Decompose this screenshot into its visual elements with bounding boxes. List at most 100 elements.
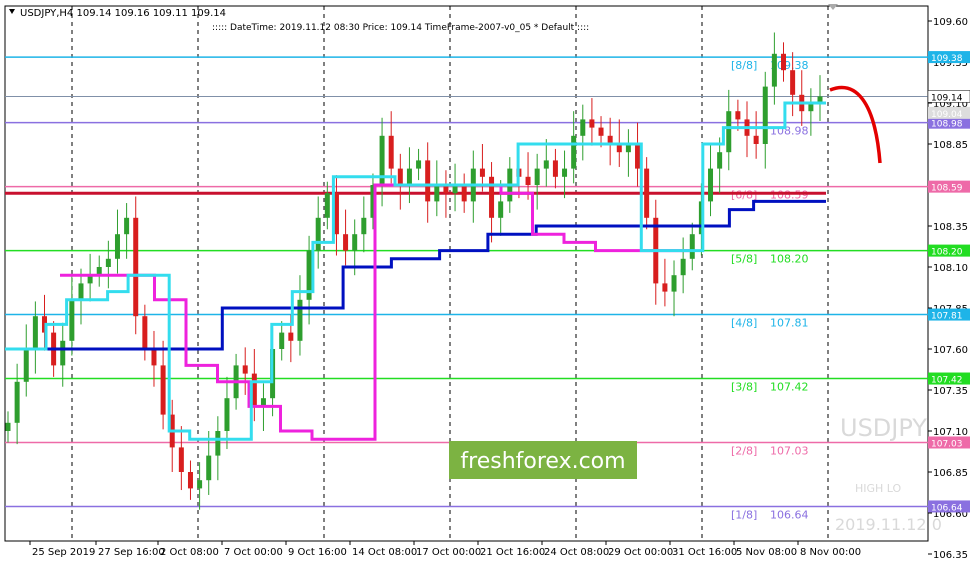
- candle-body: [425, 160, 431, 202]
- x-tick-label: 14 Oct 08:00: [352, 547, 417, 558]
- brand-badge[interactable]: freshforex.com: [449, 441, 637, 479]
- extra-level-label: 109.04: [931, 110, 963, 120]
- candle-body: [644, 168, 650, 218]
- candle-body: [671, 275, 677, 292]
- level-price-label: 109.38: [931, 54, 963, 64]
- candle-body: [753, 135, 759, 144]
- candle-body: [406, 168, 412, 185]
- candle-body: [525, 176, 531, 185]
- candle-body: [206, 455, 212, 481]
- candle-body: [543, 160, 549, 169]
- candle-body: [361, 217, 367, 235]
- level-price-label: 107.81: [931, 312, 963, 322]
- indicator-info: ::::: DateTime: 2019.11.12 08:30 Price: …: [212, 23, 589, 33]
- candle-body: [762, 86, 768, 144]
- candle-body: [498, 201, 504, 218]
- candle-body: [343, 234, 349, 251]
- symbol-info: USDJPY,H4 109.14 109.16 109.11 109.14: [20, 8, 226, 19]
- candle-body: [708, 168, 714, 202]
- candle-body: [297, 299, 303, 341]
- candle-body: [23, 349, 29, 382]
- candle-body: [589, 119, 595, 128]
- candle-body: [160, 365, 166, 415]
- y-tick-label: 108.85: [933, 140, 968, 151]
- level-value: 108.20: [770, 253, 809, 266]
- candle-body: [324, 193, 330, 218]
- level-value: 107.42: [770, 381, 809, 394]
- brand-text: freshforex.com: [460, 449, 625, 474]
- candle-body: [479, 168, 485, 177]
- candle-body: [717, 152, 723, 169]
- candle-body: [105, 258, 111, 267]
- candle-body: [242, 365, 248, 374]
- candle-body: [388, 135, 394, 169]
- x-tick-label: 24 Oct 08:00: [544, 547, 609, 558]
- level-price-label: 108.98: [931, 120, 963, 130]
- y-tick-label: 106.85: [933, 468, 968, 479]
- y-tick-label: 107.10: [933, 427, 968, 438]
- candle-body: [580, 119, 586, 136]
- level-tag: [2/8]: [731, 444, 757, 457]
- candle-body: [124, 217, 130, 235]
- price-chart[interactable]: 25 Sep 2019 27 Sep 16:002 Oct 08:00 7 Oct …: [0, 0, 970, 565]
- candle-body: [315, 217, 321, 251]
- x-tick-label: 9 Oct 16:00: [288, 547, 347, 558]
- candle-body: [69, 299, 75, 341]
- candle-body: [571, 135, 577, 169]
- y-tick-label: 108.10: [933, 263, 968, 274]
- candle-body: [562, 168, 568, 177]
- candle-body: [288, 332, 294, 341]
- candle-body: [680, 258, 686, 276]
- x-tick-label: 2 Oct 08:00: [160, 547, 219, 558]
- level-value: 107.03: [770, 444, 809, 457]
- candle-body: [178, 447, 184, 472]
- level-price-label: 108.59: [931, 184, 963, 194]
- x-tick-label: 25 Sep 2019: [32, 547, 95, 558]
- x-tick-label: 17 Oct 00:00: [416, 547, 481, 558]
- level-tag: [3/8]: [731, 381, 757, 394]
- level-tag: [8/8]: [731, 59, 757, 72]
- x-tick-label: 27 Sep 16:00: [98, 547, 165, 558]
- candle-body: [352, 234, 358, 251]
- candle-body: [689, 234, 695, 259]
- level-tag: [4/8]: [731, 317, 757, 330]
- x-tick-label: 29 Oct 00:00: [608, 547, 673, 558]
- candle-body: [60, 340, 66, 366]
- candle-body: [224, 398, 230, 431]
- candle-body: [14, 381, 20, 423]
- level-value: 108.59: [770, 189, 809, 202]
- candle-body: [5, 422, 11, 431]
- level-value: 107.81: [770, 317, 809, 330]
- candle-body: [534, 168, 540, 185]
- y-tick-label: 108.35: [933, 222, 968, 233]
- level-price-label: 106.64: [931, 503, 963, 513]
- watermark-high-low: HIGH LO: [855, 482, 902, 495]
- level-tag: [6/8]: [731, 189, 757, 202]
- x-tick-label: 31 Oct 16:00: [672, 547, 737, 558]
- candle-body: [114, 234, 120, 259]
- candle-body: [662, 283, 668, 292]
- candle-body: [142, 316, 148, 349]
- y-tick-label: 106.35: [933, 550, 968, 561]
- level-price-label: 107.03: [931, 439, 963, 449]
- x-tick-label: 8 Nov 00:00: [800, 547, 861, 558]
- y-tick-label: 107.60: [933, 345, 968, 356]
- candle-body: [133, 217, 139, 317]
- candle-body: [434, 185, 440, 202]
- candle-body: [187, 472, 193, 489]
- candle-body: [781, 53, 787, 71]
- candle-body: [598, 127, 604, 136]
- current-price-label: 109.14: [931, 93, 963, 103]
- candle-body: [197, 480, 203, 489]
- level-price-label: 108.20: [931, 248, 963, 258]
- candle-body: [552, 160, 558, 177]
- candle-body: [279, 332, 285, 349]
- x-tick-label: 7 Oct 00:00: [224, 547, 283, 558]
- candle-body: [32, 316, 38, 349]
- level-tag: [5/8]: [731, 253, 757, 266]
- x-tick-label: 21 Oct 16:00: [480, 547, 545, 558]
- watermark-symbol: USDJPY: [840, 414, 927, 442]
- candle-body: [726, 111, 732, 153]
- y-tick-label: 107.35: [933, 386, 968, 397]
- candle-body: [790, 70, 796, 95]
